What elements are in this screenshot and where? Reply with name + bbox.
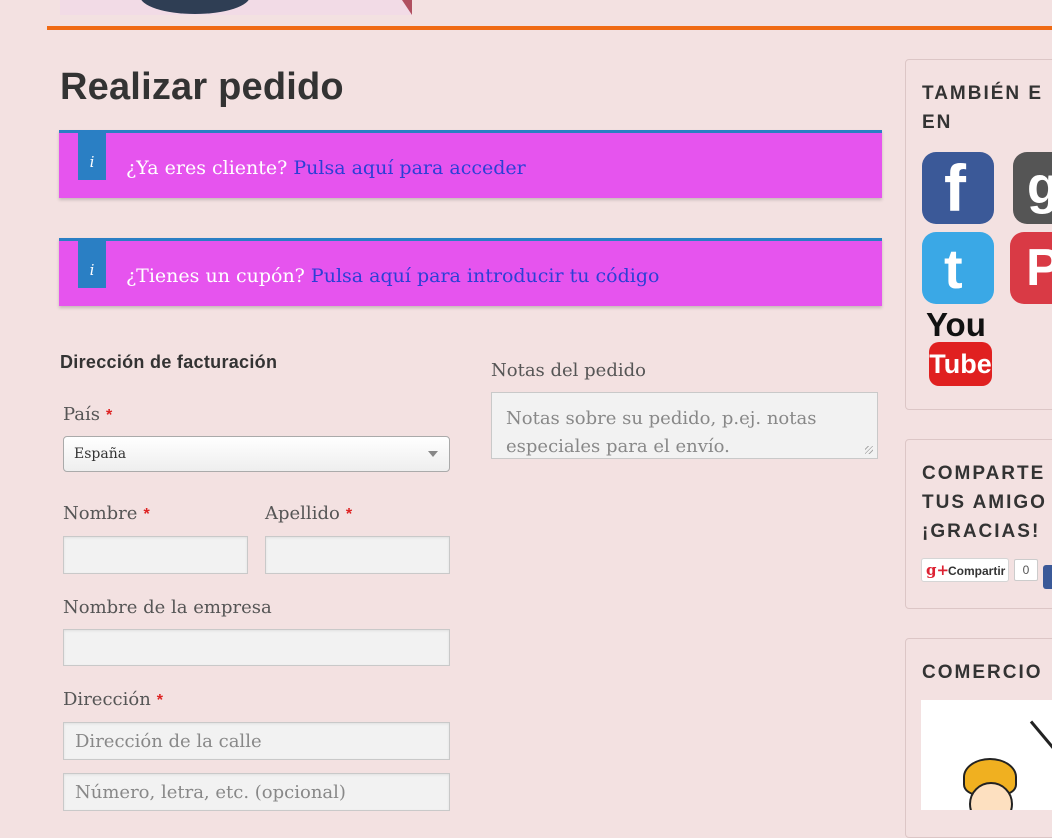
last-name-label-text: Apellido	[265, 503, 340, 524]
youtube-icon-tube[interactable]: Tube	[929, 342, 992, 386]
required-mark: *	[156, 692, 164, 709]
resize-handle[interactable]	[865, 446, 873, 454]
follow-title-line1: TAMBIÉN E	[922, 83, 1044, 104]
google-plus-icon: g+	[926, 561, 950, 579]
follow-widget-title: TAMBIÉN E EN	[922, 79, 1043, 137]
shop-illustration[interactable]	[921, 700, 1052, 810]
company-label: Nombre de la empresa	[63, 597, 272, 618]
first-name-label-text: Nombre	[63, 503, 138, 524]
google-plus-share-button[interactable]: g+ Compartir	[921, 558, 1009, 582]
illustration-line	[1029, 720, 1052, 769]
last-name-input[interactable]	[265, 536, 450, 574]
required-mark: *	[345, 506, 353, 523]
coupon-notice: i ¿Tienes un cupón? Pulsa aquí para intr…	[59, 238, 882, 306]
pinterest-glyph: P	[1026, 239, 1052, 297]
last-name-label: Apellido *	[265, 503, 352, 524]
facebook-icon[interactable]: f	[922, 151, 994, 225]
google-plus-share-label: Compartir	[948, 564, 1006, 578]
header-divider	[47, 26, 1052, 30]
coupon-notice-message: ¿Tienes un cupón? Pulsa aquí para introd…	[126, 265, 659, 287]
google-plus-icon[interactable]: g	[1013, 152, 1052, 224]
page-title: Realizar pedido	[60, 66, 344, 108]
chevron-down-icon	[428, 451, 438, 457]
google-glyph: g	[1027, 157, 1052, 215]
header-banner-image	[60, 0, 412, 15]
login-link[interactable]: Pulsa aquí para acceder	[293, 157, 525, 179]
share-count: 0	[1014, 559, 1038, 581]
youtube-icon-you[interactable]: You	[926, 306, 986, 344]
country-select-value: España	[74, 446, 127, 462]
twitter-icon[interactable]: t	[922, 232, 994, 304]
order-notes-label: Notas del pedido	[491, 360, 646, 381]
country-select[interactable]: España	[63, 436, 450, 472]
facebook-glyph: f	[944, 151, 966, 225]
address-label: Dirección *	[63, 689, 163, 710]
twitter-glyph: t	[944, 237, 963, 300]
address-line2-placeholder: Número, letra, etc. (opcional)	[75, 782, 346, 803]
order-notes-placeholder: Notas sobre su pedido, p.ej. notas espec…	[506, 408, 817, 457]
share-title-line2: TUS AMIGO	[922, 492, 1047, 513]
share-title-line1: COMPARTE	[922, 463, 1046, 484]
country-label: País *	[63, 404, 112, 425]
info-icon: i	[78, 238, 106, 288]
company-input[interactable]	[63, 629, 450, 666]
info-icon: i	[78, 130, 106, 180]
login-notice-message: ¿Ya eres cliente? Pulsa aquí para accede…	[126, 157, 526, 179]
address-line1-input[interactable]: Dirección de la calle	[63, 722, 450, 760]
required-mark: *	[143, 506, 150, 523]
first-name-input[interactable]	[63, 536, 248, 574]
follow-title-line2: EN	[922, 112, 953, 133]
header-banner-corner	[402, 0, 412, 15]
coupon-notice-text: ¿Tienes un cupón?	[126, 265, 305, 287]
facebook-like-icon[interactable]	[1043, 565, 1052, 589]
header-banner-shape	[140, 0, 250, 14]
share-title-line3: ¡GRACIAS!	[922, 521, 1041, 542]
first-name-label: Nombre *	[63, 503, 150, 524]
login-notice: i ¿Ya eres cliente? Pulsa aquí para acce…	[59, 130, 882, 198]
address-line2-input[interactable]: Número, letra, etc. (opcional)	[63, 773, 450, 811]
shop-widget-title: COMERCIO	[922, 662, 1043, 683]
required-mark: *	[106, 407, 113, 424]
share-widget-title: COMPARTE TUS AMIGO ¡GRACIAS!	[922, 459, 1047, 546]
address-label-text: Dirección	[63, 689, 151, 710]
billing-heading: Dirección de facturación	[60, 352, 278, 372]
login-notice-text: ¿Ya eres cliente?	[126, 157, 288, 179]
pinterest-icon[interactable]: P	[1010, 232, 1052, 304]
country-label-text: País	[63, 404, 101, 425]
order-notes-textarea[interactable]: Notas sobre su pedido, p.ej. notas espec…	[491, 392, 878, 459]
address-line1-placeholder: Dirección de la calle	[75, 731, 262, 752]
share-widget: COMPARTE TUS AMIGO ¡GRACIAS!	[905, 439, 1052, 609]
coupon-link[interactable]: Pulsa aquí para introducir tu código	[311, 265, 660, 287]
